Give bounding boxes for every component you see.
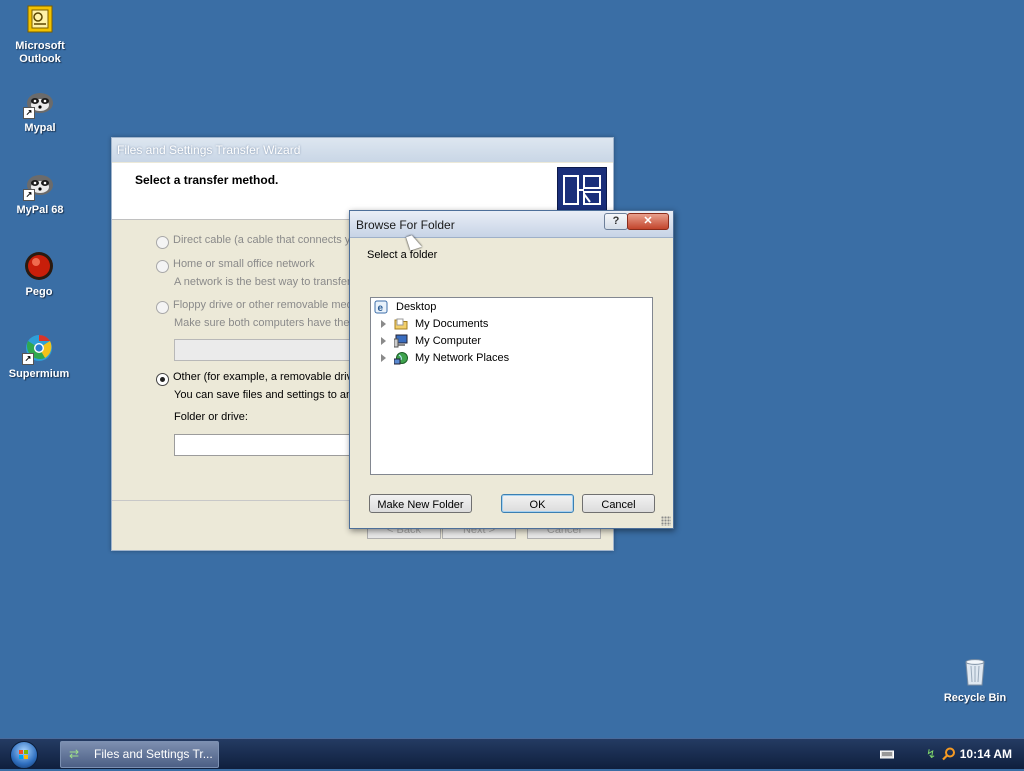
desktop-icon-label: Supermium bbox=[8, 368, 70, 380]
desktop-icon-label: MyPal 68 bbox=[16, 204, 64, 216]
help-button[interactable]: ? bbox=[604, 213, 628, 230]
desktop-icon-mypal-68[interactable]: ↗ MyPal 68 bbox=[2, 168, 78, 217]
option-floppy-label: Floppy drive or other removable media bbox=[173, 299, 362, 311]
transfer-wizard-icon: ⇄ bbox=[69, 747, 80, 761]
ok-button[interactable]: OK bbox=[501, 494, 574, 513]
shortcut-arrow-icon: ↗ bbox=[23, 189, 35, 201]
taskbar-item-transfer-wizard[interactable]: ⇄ Files and Settings Tr... bbox=[60, 741, 219, 768]
taskbar: ⇄ Files and Settings Tr... ↯ 10:14 AM bbox=[0, 738, 1024, 769]
folder-icon bbox=[394, 317, 408, 331]
shortcut-arrow-icon: ↗ bbox=[22, 353, 34, 365]
option-floppy-radio[interactable] bbox=[156, 301, 169, 314]
option-direct-cable-radio[interactable] bbox=[156, 236, 169, 249]
folder-tree[interactable]: e Desktop My Documents My Computer My Ne… bbox=[370, 297, 653, 475]
cancel-button[interactable]: Cancel bbox=[582, 494, 655, 513]
tree-item-label: My Computer bbox=[415, 335, 482, 347]
raccoon-icon: ↗ bbox=[23, 86, 56, 119]
svg-text:e: e bbox=[378, 303, 384, 314]
folder-or-drive-label: Folder or drive: bbox=[174, 411, 248, 423]
raccoon-icon: ↗ bbox=[23, 168, 56, 201]
option-network-label: Home or small office network bbox=[173, 258, 315, 270]
option-direct-cable-label: Direct cable (a cable that connects y bbox=[173, 234, 351, 246]
wizard-logo-icon bbox=[557, 167, 607, 215]
option-other-label: Other (for example, a removable drive bbox=[173, 371, 359, 383]
red-orb-icon bbox=[23, 250, 55, 282]
network-places-icon bbox=[393, 351, 408, 365]
expand-arrow-icon[interactable] bbox=[381, 320, 386, 328]
expand-arrow-icon[interactable] bbox=[381, 337, 386, 345]
option-other-description: You can save files and settings to an bbox=[174, 389, 353, 401]
make-new-folder-button[interactable]: Make New Folder bbox=[369, 494, 472, 513]
browse-for-folder-dialog: Browse For Folder ? ✕ Select a folder e … bbox=[349, 210, 674, 529]
desktop-icon: e bbox=[374, 300, 388, 314]
tree-item-label: Desktop bbox=[396, 301, 437, 313]
folder-or-drive-input[interactable] bbox=[174, 434, 366, 456]
search-icon[interactable] bbox=[942, 747, 956, 761]
tree-item-label: My Documents bbox=[415, 318, 489, 330]
desktop-icon-mypal[interactable]: ↗ Mypal bbox=[2, 86, 78, 135]
keyboard-icon[interactable] bbox=[880, 747, 894, 761]
system-tray: ↯ 10:14 AM bbox=[872, 739, 1024, 769]
network-icon[interactable]: ↯ bbox=[924, 747, 938, 761]
tree-item-label: My Network Places bbox=[415, 352, 510, 364]
option-network-radio[interactable] bbox=[156, 260, 169, 273]
close-button[interactable]: ✕ bbox=[627, 213, 669, 230]
floppy-drive-select[interactable] bbox=[174, 339, 366, 361]
start-button[interactable] bbox=[8, 740, 40, 769]
windows-logo-icon bbox=[10, 741, 38, 769]
option-network-description: A network is the best way to transfer bbox=[174, 276, 351, 288]
dialog-title-bar[interactable]: Browse For Folder ? ✕ bbox=[350, 211, 673, 238]
desktop-icon-recycle-bin[interactable]: Recycle Bin bbox=[937, 656, 1013, 705]
wizard-title-bar[interactable]: Files and Settings Transfer Wizard bbox=[112, 138, 613, 162]
desktop-icon-label: Recycle Bin bbox=[943, 692, 1007, 704]
shortcut-arrow-icon: ↗ bbox=[23, 107, 35, 119]
wizard-title: Files and Settings Transfer Wizard bbox=[117, 143, 301, 157]
option-floppy-description: Make sure both computers have the bbox=[174, 317, 350, 329]
dialog-prompt: Select a folder bbox=[367, 249, 438, 261]
globe-icon: ↗ bbox=[22, 332, 55, 365]
taskbar-item-label: Files and Settings Tr... bbox=[94, 747, 213, 761]
desktop-icon-label: Pego bbox=[25, 286, 53, 298]
computer-icon bbox=[393, 334, 408, 348]
expand-arrow-icon[interactable] bbox=[381, 354, 386, 362]
wizard-header-title: Select a transfer method. bbox=[135, 173, 279, 187]
resize-grip-icon[interactable] bbox=[661, 516, 671, 526]
clock[interactable]: 10:14 AM bbox=[960, 739, 1012, 769]
desktop-icon-label: Mypal bbox=[24, 122, 56, 134]
desktop-icon-label: Microsoft Outlook bbox=[15, 40, 65, 65]
desktop-icon-outlook[interactable]: Microsoft Outlook bbox=[2, 4, 78, 66]
dialog-title: Browse For Folder bbox=[356, 218, 455, 232]
recycle-bin-icon bbox=[959, 656, 991, 688]
desktop-icon-pego[interactable]: Pego bbox=[1, 250, 77, 299]
desktop-icon-supermium[interactable]: ↗ Supermium bbox=[1, 332, 77, 381]
option-other-radio[interactable] bbox=[156, 373, 169, 386]
outlook-icon bbox=[24, 4, 56, 36]
